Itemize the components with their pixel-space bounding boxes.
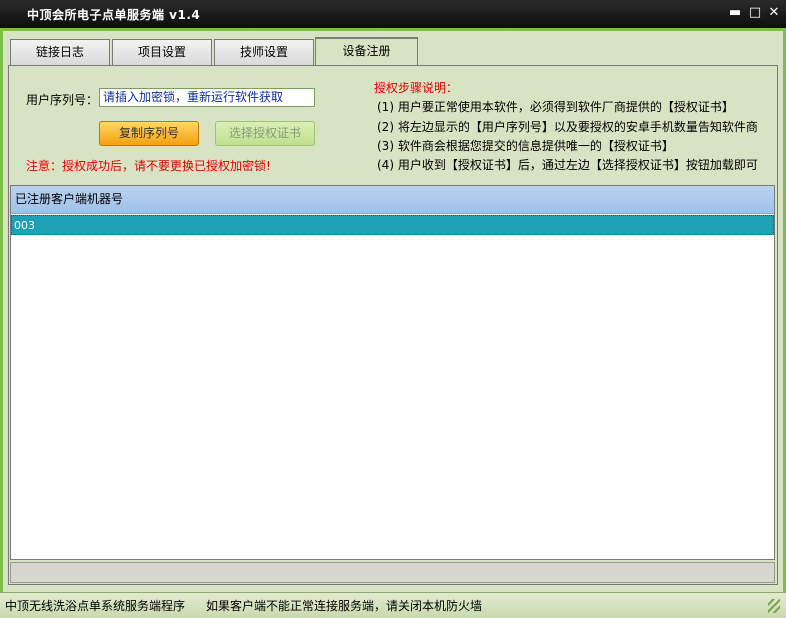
status-bar: 中顶无线洗浴点单系统服务端程序 如果客户端不能正常连接服务端，请关闭本机防火墙 — [0, 592, 786, 618]
maximize-icon[interactable]: □ — [746, 4, 764, 22]
column-header[interactable]: 已注册客户端机器号 — [11, 186, 774, 214]
select-certificate-button[interactable]: 选择授权证书 — [215, 121, 315, 146]
instruction-step: (4) 用户收到【授权证书】后，通过左边【选择授权证书】按钮加载即可 — [377, 158, 758, 172]
tab-connection-log[interactable]: 链接日志 — [10, 39, 110, 65]
instruction-step: (3) 软件商会根据您提交的信息提供唯一的【授权证书】 — [377, 139, 674, 153]
list-item[interactable]: 003 — [11, 215, 774, 235]
instruction-step: (2) 将左边显示的【用户序列号】以及要授权的安卓手机数量告知软件商 — [377, 120, 758, 134]
serial-label: 用户序列号： — [26, 93, 99, 107]
close-icon[interactable]: ✕ — [765, 4, 783, 22]
client-list[interactable]: 已注册客户端机器号 003 — [10, 185, 775, 560]
warning-text: 注意：授权成功后，请不要更换已授权加密锁! — [26, 159, 271, 173]
minimize-icon[interactable]: ▬ — [726, 4, 744, 22]
serial-input[interactable]: 请插入加密锁，重新运行软件获取 — [99, 88, 315, 107]
copy-serial-button[interactable]: 复制序列号 — [99, 121, 199, 146]
horizontal-scrollbar[interactable] — [10, 562, 775, 583]
instructions-title: 授权步骤说明： — [374, 81, 459, 95]
tab-project-settings[interactable]: 项目设置 — [112, 39, 212, 65]
status-app-name: 中顶无线洗浴点单系统服务端程序 — [5, 599, 186, 613]
window-title: 中顶会所电子点单服务端 v1.4 — [27, 8, 201, 22]
status-hint: 如果客户端不能正常连接服务端，请关闭本机防火墙 — [206, 599, 483, 613]
instruction-step: (1) 用户要正常使用本软件，必须得到软件厂商提供的【授权证书】 — [377, 100, 734, 114]
tab-technician-settings[interactable]: 技师设置 — [214, 39, 314, 65]
resize-grip-icon[interactable] — [768, 599, 780, 613]
tab-device-registration[interactable]: 设备注册 — [315, 37, 418, 66]
title-bar[interactable]: 中顶会所电子点单服务端 v1.4 ▬ □ ✕ — [0, 0, 786, 28]
